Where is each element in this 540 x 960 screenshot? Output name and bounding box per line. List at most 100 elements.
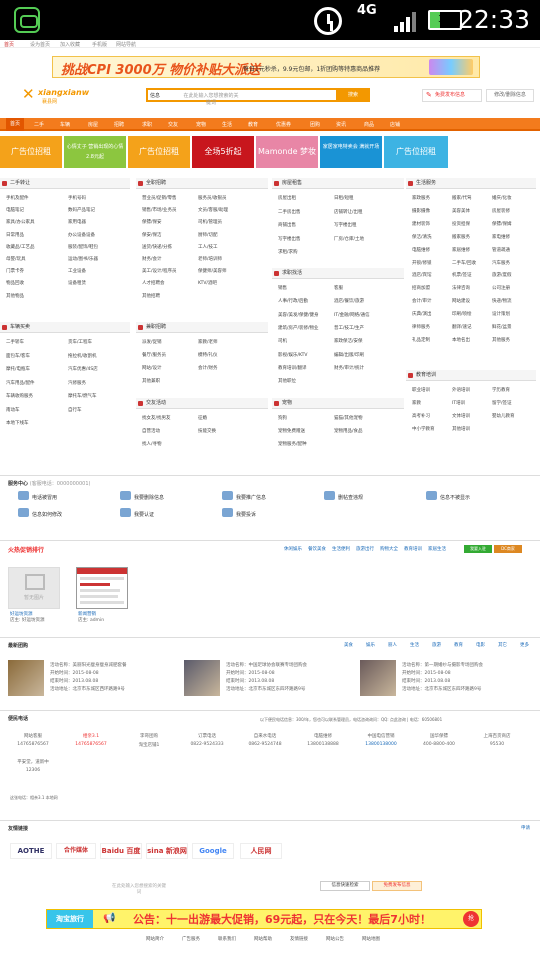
section-link[interactable]: 设计策划 (492, 311, 510, 317)
site-logo[interactable]: ✕ xiangxianw 襄县网 (22, 84, 92, 108)
friend-link-logo[interactable]: 合作媒体 (56, 843, 96, 859)
nav-item[interactable]: 店铺 (390, 121, 400, 128)
section-link[interactable]: 二手房出售 (278, 209, 301, 215)
section-link[interactable]: 家教/老师 (198, 339, 218, 345)
section-link[interactable]: 厂房/仓库/土地 (334, 236, 364, 242)
groupbuy-post[interactable]: 活动名称：第一期婚纱与摄影专场团购会 开始时间：2015-08-08 结束时间：20… (360, 660, 530, 700)
footer-link[interactable]: 网站公告 (326, 936, 344, 942)
svc-promote-info[interactable]: 我要推广信息 (222, 491, 266, 501)
section-link[interactable]: 美工/设计/程序员 (142, 268, 177, 274)
section-link[interactable]: 庆典/演出 (412, 311, 432, 317)
section-link[interactable]: IT/金融/网络/通信 (334, 312, 370, 318)
nav-item[interactable]: 商品 (364, 121, 374, 128)
section-link[interactable]: 找女友/找男友 (142, 415, 171, 421)
section-link[interactable]: 自营活动 (142, 428, 160, 434)
section-link[interactable]: 招商加盟 (412, 285, 430, 291)
phone-entry[interactable]: 国华保镖 400-8800-400 (410, 733, 468, 747)
svc-complaint[interactable]: 我要投诉 (222, 508, 256, 518)
section-link[interactable]: 写字楼出售 (278, 236, 301, 242)
section-jiaoyou-title[interactable]: 交友活动 (136, 398, 268, 409)
top-link-sitemap[interactable]: 网站导航 (116, 41, 136, 48)
promo-banner[interactable]: 挑战CPI 3000万 物价补贴大派送 每日1元秒杀，9.9元包邮，1折团购等特… (52, 56, 480, 78)
section-link[interactable]: 建筑/房产/装修/物业 (278, 325, 319, 331)
section-link[interactable]: 房屋出租 (278, 195, 296, 201)
groupbuy-name[interactable]: 活动名称：第一期婚纱与摄影专场团购会 (402, 662, 483, 668)
section-link[interactable]: 工人/技工 (198, 244, 218, 250)
section-link[interactable]: 高考补习 (412, 413, 430, 419)
section-link[interactable]: 文员/客服/助理 (198, 207, 228, 213)
section-link[interactable]: 家政保洁/安保 (334, 338, 363, 344)
section-ershou-title[interactable]: 二手转让 (0, 178, 130, 189)
section-link[interactable]: 设备租赁 (68, 280, 86, 286)
footer-link[interactable]: 友情链接 (290, 936, 308, 942)
section-link[interactable]: 餐厅/服务员 (142, 352, 166, 358)
section-link[interactable]: 家具/办公家具 (6, 219, 35, 225)
section-link[interactable]: 管道疏通 (492, 247, 510, 253)
phone-entry[interactable]: 网站客服 14765876567 (4, 733, 62, 747)
section-link[interactable]: 其他兼职 (142, 378, 160, 384)
section-link[interactable]: 美容/美发/保健/健身 (278, 312, 319, 318)
section-link[interactable]: 手机及配件 (6, 195, 29, 201)
top-link-mobile[interactable]: 手机版 (92, 41, 107, 48)
hot-tag[interactable]: 休闲娱乐 (284, 546, 302, 552)
section-link[interactable]: 司机/管理员 (198, 219, 222, 225)
top-link-home[interactable]: 首页 (4, 41, 14, 48)
section-link[interactable]: IT培训 (452, 400, 465, 406)
nav-item[interactable]: 首页 (6, 118, 25, 131)
section-jianzhi-title[interactable]: 兼职招聘 (136, 322, 268, 333)
section-jiaoyu-title[interactable]: 教育培训 (406, 370, 536, 381)
quick-search-button[interactable]: 信息快速检索 (320, 881, 370, 891)
footer-link[interactable]: 广告服务 (182, 936, 200, 942)
section-link[interactable]: 家教 (412, 400, 421, 406)
section-link[interactable]: 司机 (278, 338, 287, 344)
svc-delete-info[interactable]: 我要删除信息 (120, 491, 164, 501)
phone-entry[interactable]: 平安堂，道新中 12306 (4, 759, 62, 773)
section-link[interactable]: 婴幼儿教育 (492, 413, 515, 419)
section-link[interactable]: 保镖/保姆 (492, 221, 512, 227)
section-link[interactable]: 会计/审计 (412, 298, 432, 304)
section-link[interactable]: 商铺出售 (278, 222, 296, 228)
section-link[interactable]: 求租/求购 (278, 249, 298, 255)
section-link[interactable]: 礼品定制 (412, 337, 430, 343)
groupbuy-category[interactable]: 美食 (344, 642, 353, 648)
groupbuy-post[interactable]: 活动名称：美丽阳光瘦身瘦身减肥套餐 开始时间：2015-08-08 结束时间：201… (8, 660, 178, 700)
nav-item[interactable]: 团购 (310, 121, 320, 128)
section-link[interactable]: 数码产品笔记 (68, 207, 95, 213)
section-link[interactable]: 本地名出 (452, 337, 470, 343)
section-fangwu-title[interactable]: 房屋租售 (272, 178, 404, 189)
section-link[interactable]: 店铺转让/出租 (334, 209, 363, 215)
phone-entry[interactable]: 订票电话 0822-9524333 (178, 733, 236, 747)
search-button[interactable]: 搜索 (336, 88, 370, 102)
section-link[interactable]: 宠物用品/食品 (334, 428, 363, 434)
section-link[interactable]: 家居维修 (452, 247, 470, 253)
section-link[interactable]: 电脑维修 (412, 247, 430, 253)
section-link[interactable]: 搬家/代驾 (452, 195, 472, 201)
section-link[interactable]: 普工/技工/生产 (334, 325, 364, 331)
section-link[interactable]: 工业设备 (68, 268, 86, 274)
taobao-banner[interactable]: 淘宝旅行 📢 公告：十一出游最大促销，69元起，只在今天！最后7小时！ 抢 (46, 909, 482, 929)
groupbuy-category[interactable]: 旅游 (432, 642, 441, 648)
groupbuy-category[interactable]: 更多 (520, 642, 529, 648)
edit-delete-button[interactable]: 修改/删除信息 (486, 89, 534, 102)
section-link[interactable]: 服装/配饰/鞋包 (68, 244, 98, 250)
friend-link-logo[interactable]: AOTHE (10, 843, 52, 859)
section-link[interactable]: 外语培训 (452, 387, 470, 393)
section-link[interactable]: 办公设备设备 (68, 232, 95, 238)
section-link[interactable]: 销售 (278, 285, 287, 291)
section-link[interactable]: 日常用品 (6, 232, 24, 238)
nav-item[interactable]: 二手 (34, 121, 44, 128)
section-link[interactable]: 本地下线车 (6, 420, 29, 426)
footer-link[interactable]: 网站地图 (362, 936, 380, 942)
groupbuy-photo[interactable] (8, 660, 44, 696)
section-link[interactable]: 学历教育 (492, 387, 510, 393)
section-link[interactable]: 建材装饰 (412, 221, 430, 227)
section-link[interactable]: 销售/市场/业务员 (142, 207, 177, 213)
section-link[interactable]: 旅游/度假 (492, 272, 512, 278)
ad-banner[interactable]: 全场5折起 (192, 136, 254, 168)
groupbuy-category[interactable]: 娱乐 (366, 642, 375, 648)
ad-banner[interactable]: 广告位招租 (384, 136, 448, 168)
groupbuy-photo[interactable] (360, 660, 396, 696)
section-link[interactable]: 摩托/电瓶车 (6, 366, 30, 372)
nav-item[interactable]: 交友 (168, 121, 178, 128)
groupbuy-category[interactable]: 电影 (476, 642, 485, 648)
